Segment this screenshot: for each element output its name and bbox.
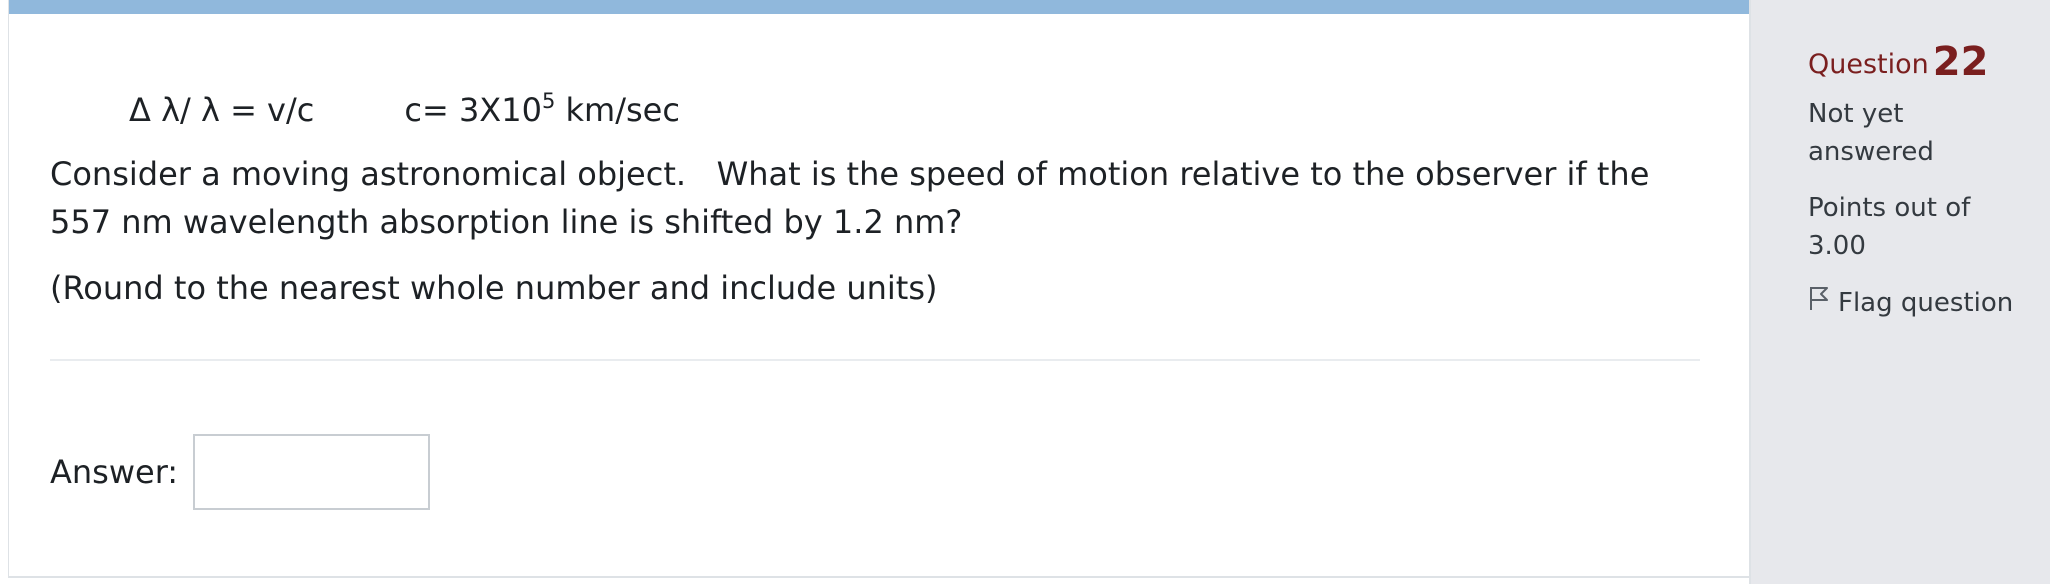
question-text: Consider a moving astronomical object. W… <box>50 155 1660 241</box>
formula-line: Δ λ/ λ = v/c c= 3X105 km/sec <box>129 90 680 130</box>
question-top-bar <box>9 0 1749 14</box>
page-right-edge <box>2050 0 2072 584</box>
question-heading: Question 22 <box>1808 42 1988 83</box>
speed-of-light-exponent: 5 <box>541 89 556 113</box>
question-label: Question <box>1808 49 1929 80</box>
rounding-instructions: (Round to the nearest whole number and i… <box>50 269 938 307</box>
speed-of-light-prefix: c= 3X10 <box>404 91 542 129</box>
doppler-formula: Δ λ/ λ = v/c <box>129 91 315 129</box>
flag-question-button[interactable]: Flag question <box>1808 284 2013 322</box>
answer-input[interactable] <box>193 434 430 510</box>
question-points: Points out of 3.00 <box>1808 193 1971 261</box>
flag-question-label: Flag question <box>1838 288 2014 318</box>
answer-divider <box>50 359 1700 361</box>
answer-status: Not yet answered <box>1808 99 1934 167</box>
speed-of-light-units: km/sec <box>555 91 680 129</box>
question-number: 22 <box>1932 39 1989 85</box>
quiz-question-page: Δ λ/ λ = v/c c= 3X105 km/sec Consider a m… <box>0 0 2072 584</box>
answer-label: Answer: <box>50 453 179 491</box>
flag-icon <box>1808 284 1838 322</box>
